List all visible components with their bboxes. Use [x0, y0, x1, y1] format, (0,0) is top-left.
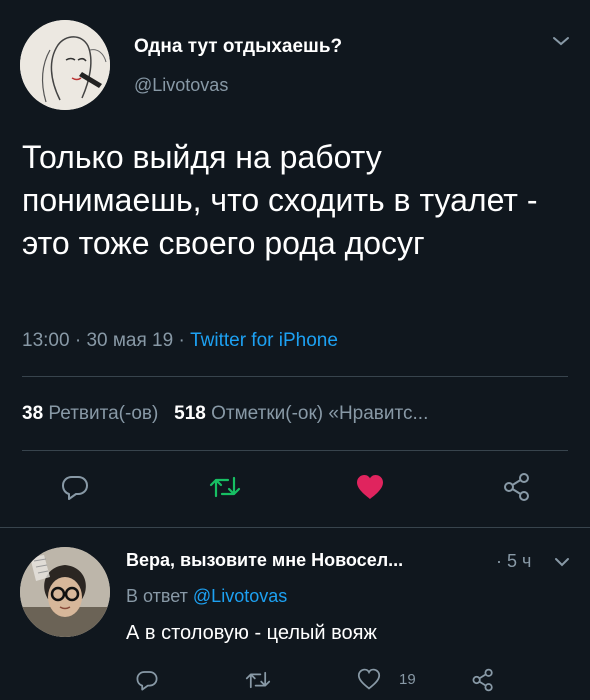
tweet-time[interactable]: 13:00 — [22, 330, 70, 351]
author-avatar[interactable] — [20, 20, 110, 110]
like-button[interactable] — [350, 467, 390, 507]
author-name[interactable]: Одна тут отдыхаешь? — [134, 36, 342, 58]
meta-separator: · — [178, 330, 185, 351]
tweet-text: Только выйдя на работу понимаешь, что сх… — [22, 139, 538, 261]
reply-time[interactable]: · 5 ч — [496, 551, 531, 572]
likes-stat[interactable]: 518 Отметки(-ок) «Нравитс... — [174, 403, 428, 424]
retweets-stat[interactable]: 38 Ретвита(-ов) — [22, 403, 164, 424]
tweet-date[interactable]: 30 мая 19 — [86, 330, 173, 351]
reply-icon — [136, 671, 158, 691]
share-icon — [472, 668, 493, 692]
reply-reply-button[interactable] — [135, 668, 159, 692]
heart-icon — [357, 475, 383, 499]
reply-likes-count: 19 — [399, 670, 416, 688]
retweets-count: 38 — [22, 403, 44, 424]
share-icon — [504, 473, 529, 501]
reply-share-button[interactable] — [471, 668, 495, 692]
meta-separator: · — [74, 330, 82, 351]
divider — [22, 376, 568, 377]
reply-to-prefix: В ответ — [126, 586, 188, 606]
likes-label: Отметки(-ок) «Нравитс... — [211, 403, 429, 424]
reply-to-line: В ответ @Livotovas — [126, 586, 287, 607]
share-button[interactable] — [497, 467, 537, 507]
heart-outline-icon — [357, 668, 381, 690]
divider — [22, 450, 568, 451]
reply-icon — [62, 476, 88, 500]
tweet-stats: 38 Ретвита(-ов) 518 Отметки(-ок) «Нравит… — [22, 403, 428, 425]
divider — [0, 527, 590, 528]
reply-to-handle[interactable]: @Livotovas — [193, 586, 287, 606]
reply-author-name[interactable]: Вера, вызовите мне Новосел... — [126, 550, 403, 571]
retweet-icon — [209, 476, 241, 498]
reply-like-button[interactable]: 19 — [357, 668, 416, 690]
retweet-button[interactable] — [205, 467, 245, 507]
reply-button[interactable] — [55, 467, 95, 507]
retweets-label: Ретвита(-ов) — [48, 403, 159, 424]
tweet-source[interactable]: Twitter for iPhone — [190, 330, 338, 351]
avatar-sketch-image — [20, 20, 110, 110]
reply-author-avatar[interactable] — [20, 547, 110, 637]
avatar-photo-image — [20, 547, 110, 637]
chevron-down-icon[interactable] — [551, 34, 571, 53]
chevron-down-icon[interactable] — [553, 555, 571, 573]
author-handle[interactable]: @Livotovas — [134, 75, 228, 96]
retweet-icon — [245, 671, 271, 689]
reply-retweet-button[interactable] — [244, 668, 272, 692]
tweet-meta: 13:00 · 30 мая 19 · Twitter for iPhone — [22, 330, 338, 352]
likes-count: 518 — [174, 403, 206, 424]
reply-text: А в столовую - целый вояж — [126, 622, 377, 644]
